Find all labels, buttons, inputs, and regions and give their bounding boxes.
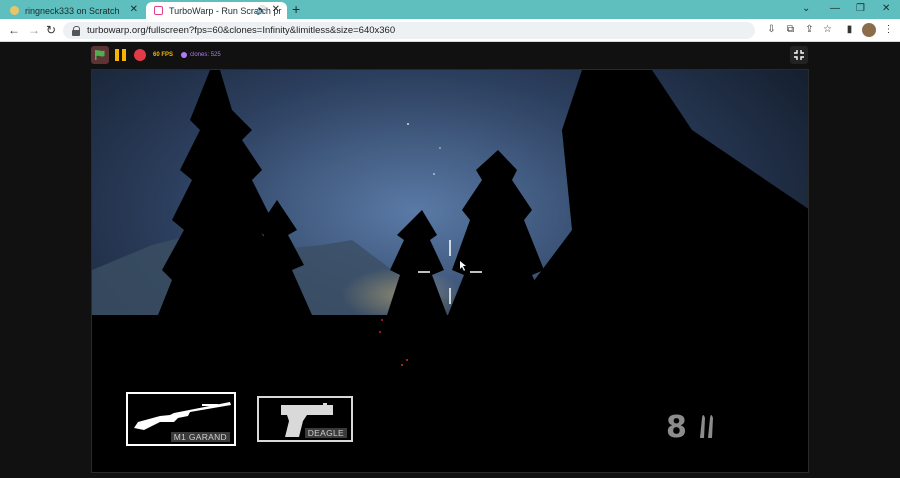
pause-button[interactable]	[113, 48, 127, 62]
new-tab-button[interactable]: +	[292, 2, 300, 16]
browser-toolbar: ← → ↻ turbowarp.org/fullscreen?fps=60&cl…	[0, 19, 900, 42]
address-bar[interactable]: turbowarp.org/fullscreen?fps=60&clones=I…	[63, 22, 755, 39]
pause-bar-icon	[114, 49, 119, 61]
close-tab-icon[interactable]: ✕	[272, 5, 280, 15]
scratch-favicon-icon	[10, 6, 19, 15]
profile-avatar[interactable]	[862, 23, 876, 37]
tab-ringneck[interactable]: ringneck333 on Scratch ✕	[2, 2, 145, 19]
bullets-icon	[700, 415, 713, 438]
exit-fullscreen-button[interactable]	[790, 46, 808, 64]
restore-icon[interactable]: ❐	[856, 3, 865, 14]
rifle-icon	[134, 402, 231, 430]
tab-label: ringneck333 on Scratch	[25, 5, 120, 16]
close-tab-icon[interactable]: ✕	[130, 5, 138, 15]
weapon-slot-deagle[interactable]: DEAGLE	[257, 396, 353, 442]
clone-icon	[181, 52, 188, 58]
open-in-app-icon[interactable]: ⧉	[785, 24, 796, 35]
tab-strip: ringneck333 on Scratch ✕ TurboWarp - Run…	[0, 0, 900, 19]
player-controls: 60 FPS clones: 525	[91, 46, 221, 64]
fps-counter: 60 FPS	[153, 52, 174, 58]
forward-icon[interactable]: →	[28, 23, 40, 37]
speaker-icon[interactable]: 🔊	[256, 5, 267, 16]
url-text: turbowarp.org/fullscreen?fps=60&clones=I…	[87, 25, 396, 36]
close-window-icon[interactable]: ✕	[882, 3, 890, 14]
ammo-count: 8	[666, 410, 687, 445]
weapon-name: DEAGLE	[304, 428, 347, 438]
turbowarp-favicon-icon	[154, 6, 163, 15]
install-icon[interactable]: ⇩	[766, 24, 777, 35]
turbowarp-page: 60 FPS clones: 525 M1 GARAND DEAGLE 8	[0, 43, 900, 478]
tab-turbowarp[interactable]: TurboWarp - Run Scratch pr 🔊 ✕	[146, 2, 287, 19]
bookmark-star-icon[interactable]: ☆	[822, 24, 833, 35]
minimize-icon[interactable]: —	[830, 3, 840, 14]
clone-counter: clones: 525	[181, 52, 221, 58]
clone-counter-label: clones: 525	[190, 52, 221, 58]
pause-bar-icon	[121, 49, 126, 61]
green-flag-icon	[95, 50, 105, 60]
exit-fullscreen-icon	[794, 50, 804, 60]
green-flag-button[interactable]	[91, 46, 109, 64]
weapon-slot-m1-garand[interactable]: M1 GARAND	[126, 392, 236, 446]
tab-search-icon[interactable]: ⌄	[802, 3, 810, 14]
stop-button[interactable]	[134, 49, 146, 61]
lock-icon[interactable]	[71, 25, 81, 36]
share-icon[interactable]: ⇪	[804, 24, 815, 35]
side-panel-icon[interactable]: ▮	[844, 24, 855, 35]
menu-dots-icon[interactable]: ⋮	[883, 24, 894, 35]
back-icon[interactable]: ←	[8, 23, 20, 37]
game-stage[interactable]: M1 GARAND DEAGLE 8	[91, 69, 809, 473]
weapon-name: M1 GARAND	[170, 432, 230, 442]
reload-icon[interactable]: ↻	[46, 23, 56, 37]
